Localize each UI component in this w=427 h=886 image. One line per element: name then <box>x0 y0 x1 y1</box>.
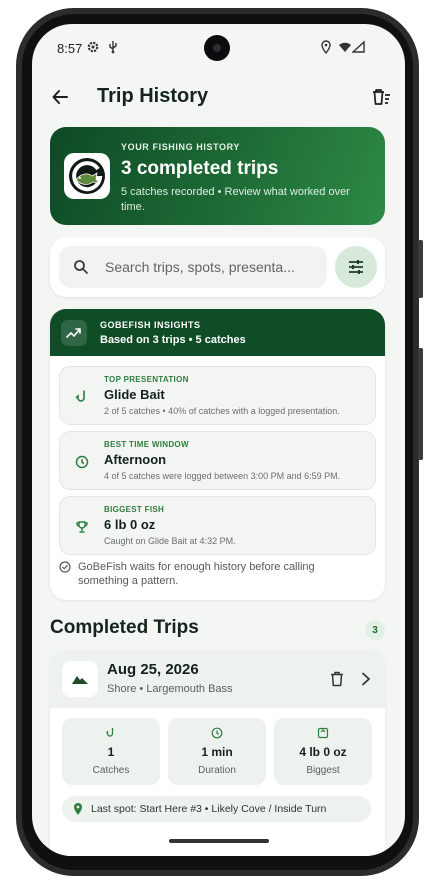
wifi-icon <box>339 42 351 52</box>
clock-icon <box>211 727 223 739</box>
stat-duration: 1 min Duration <box>168 718 266 785</box>
signal-icon <box>352 40 365 53</box>
insight-eyebrow: TOP PRESENTATION <box>104 375 189 384</box>
trophy-icon <box>71 516 93 538</box>
arrow-left-icon <box>52 90 68 104</box>
home-indicator[interactable] <box>169 839 269 843</box>
last-spot-text: Last spot: Start Here #3 • Likely Cove /… <box>91 803 327 815</box>
insight-eyebrow: BEST TIME WINDOW <box>104 440 189 449</box>
search-card <box>50 237 385 297</box>
open-trip-button[interactable] <box>356 668 376 690</box>
history-summary-card: YOUR FISHING HISTORY 3 completed trips 5… <box>50 127 385 225</box>
trip-header: Aug 25, 2026 Shore • Largemouth Bass <box>50 650 385 708</box>
chevron-right-icon <box>362 672 371 686</box>
scale-icon <box>317 727 329 739</box>
stat-value: 4 lb 0 oz <box>299 745 347 759</box>
filter-button[interactable] <box>335 246 377 288</box>
last-spot-pill: Last spot: Start Here #3 • Likely Cove /… <box>62 796 371 822</box>
stat-label: Catches <box>92 765 130 776</box>
insight-eyebrow: BIGGEST FISH <box>104 505 165 514</box>
settings-icon <box>87 41 99 53</box>
app-bar: Trip History <box>32 74 405 120</box>
hero-eyebrow: YOUR FISHING HISTORY <box>121 142 241 152</box>
insight-best-time: BEST TIME WINDOW Afternoon 4 of 5 catche… <box>59 431 376 490</box>
insight-title: Afternoon <box>104 452 167 467</box>
stat-label: Duration <box>198 765 236 776</box>
screen: 8:57 Trip History YOUR FISHING HISTORY 3… <box>32 24 405 856</box>
front-camera <box>204 35 230 61</box>
check-circle-icon <box>59 561 71 573</box>
trip-date: Aug 25, 2026 <box>107 661 199 678</box>
section-title: Completed Trips <box>50 617 199 638</box>
status-time: 8:57 <box>57 41 83 56</box>
tune-icon <box>349 260 363 274</box>
trip-meta: Shore • Largemouth Bass <box>107 683 233 695</box>
back-button[interactable] <box>46 83 74 111</box>
stat-label: Biggest <box>306 765 340 776</box>
insights-card: GOBEFISH INSIGHTS Based on 3 trips • 5 c… <box>50 309 385 600</box>
insight-description: Caught on Glide Bait at 4:32 PM. <box>104 536 236 546</box>
status-bar: 8:57 <box>32 24 405 70</box>
insight-title: 6 lb 0 oz <box>104 517 156 532</box>
delete-trip-button[interactable] <box>326 668 348 690</box>
trip-count-badge: 3 <box>365 620 385 640</box>
stat-catches: 1 Catches <box>62 718 160 785</box>
volume-button <box>418 240 423 298</box>
search-icon <box>74 260 88 274</box>
insights-eyebrow: GOBEFISH INSIGHTS <box>100 320 201 330</box>
insight-biggest-fish: BIGGEST FISH 6 lb 0 oz Caught on Glide B… <box>59 496 376 555</box>
usb-icon <box>109 41 117 54</box>
location-icon <box>321 40 331 54</box>
page-title: Trip History <box>97 85 209 107</box>
insight-title: Glide Bait <box>104 387 165 402</box>
insights-icon <box>61 320 87 346</box>
search-input[interactable] <box>105 246 319 288</box>
insights-note-text: GoBeFish waits for enough history before… <box>78 561 315 587</box>
hook-icon <box>106 728 114 737</box>
power-button <box>418 348 423 460</box>
insights-header: GOBEFISH INSIGHTS Based on 3 trips • 5 c… <box>50 309 385 356</box>
fish-logo-icon <box>69 158 105 194</box>
stat-value: 1 <box>107 745 115 759</box>
gobefish-logo <box>64 153 110 199</box>
trip-card[interactable]: Aug 25, 2026 Shore • Largemouth Bass 1 C… <box>50 650 385 856</box>
hero-title: 3 completed trips <box>121 158 279 179</box>
insight-description: 4 of 5 catches were logged between 3:00 … <box>104 471 341 481</box>
location-pin-icon <box>74 803 82 815</box>
insight-top-presentation: TOP PRESENTATION Glide Bait 2 of 5 catch… <box>59 366 376 425</box>
insights-subtitle: Based on 3 trips • 5 catches <box>100 334 246 346</box>
hero-subtitle: 5 catches recorded • Review what worked … <box>121 186 350 213</box>
delete-sweep-icon <box>373 89 390 105</box>
trending-up-icon <box>66 328 81 338</box>
clock-icon <box>71 451 93 473</box>
shore-icon <box>62 661 98 697</box>
clear-history-button[interactable] <box>367 83 395 111</box>
insight-description: 2 of 5 catches • 40% of catches with a l… <box>104 406 340 416</box>
hook-icon <box>71 386 93 408</box>
trash-icon <box>331 671 343 687</box>
stat-biggest: 4 lb 0 oz Biggest <box>274 718 372 785</box>
search-box <box>59 246 327 288</box>
stat-value: 1 min <box>201 745 233 759</box>
